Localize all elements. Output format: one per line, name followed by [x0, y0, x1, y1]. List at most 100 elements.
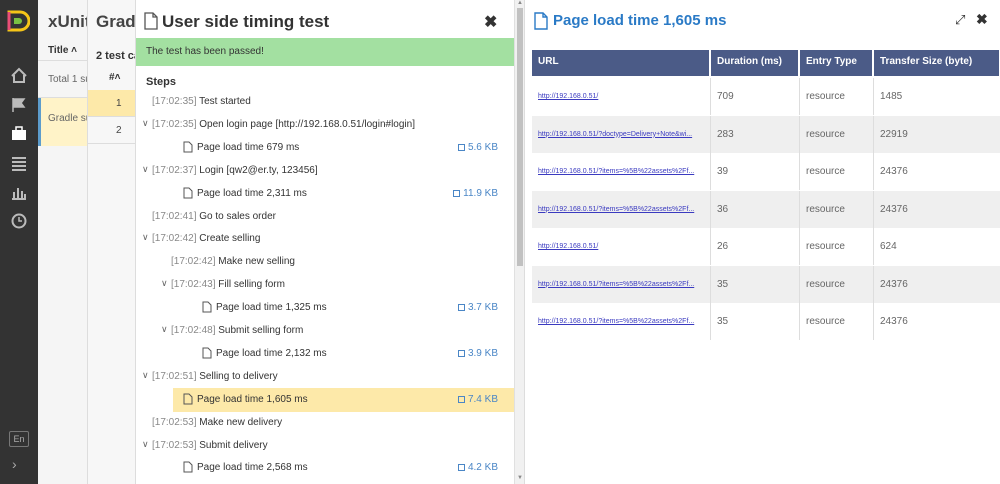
table-cell: 36: [711, 190, 800, 228]
url-link[interactable]: http://192.168.0.51/?items=%5B%22assets%…: [532, 153, 711, 190]
table-cell: 35: [711, 265, 800, 303]
attachment-size: 5.6 KB: [457, 142, 498, 153]
close-icon[interactable]: ✖: [484, 12, 497, 32]
chevron-down-icon[interactable]: ∨: [161, 324, 168, 335]
attachment-size: 11.9 KB: [453, 188, 498, 199]
scroll-up-icon[interactable]: ▲: [517, 0, 523, 6]
url-link[interactable]: http://192.168.0.51/?items=%5B%22assets%…: [532, 265, 711, 303]
attachment-size: 3.7 KB: [457, 302, 498, 313]
attachment-label: Page load time 1,605 ms: [197, 393, 308, 405]
attachment-size: 4.2 KB: [457, 462, 498, 473]
url-link[interactable]: http://192.168.0.51/?items=%5B%22assets%…: [532, 303, 711, 340]
home-icon[interactable]: [10, 67, 28, 85]
table-cell: resource: [800, 153, 874, 190]
chevron-down-icon[interactable]: ∨: [161, 278, 168, 289]
suites-title: xUnit: [48, 12, 88, 31]
attachment-row[interactable]: Page load time 1,605 ms 7.4 KB: [173, 387, 514, 412]
table-cell: 24376: [874, 303, 1000, 340]
cases-col-number[interactable]: #˄: [109, 72, 120, 83]
table-cell: resource: [800, 228, 874, 265]
attachment-row[interactable]: Page load time 2,132 ms 3.9 KB: [192, 342, 514, 366]
chevron-down-icon[interactable]: ∨: [142, 232, 149, 243]
attachment-row[interactable]: Page load time 1,325 ms 3.7 KB: [192, 296, 514, 320]
step-row[interactable]: ∨ [17:02:53] Submit delivery: [136, 434, 514, 458]
vertical-scrollbar[interactable]: ▲ ▼: [514, 0, 524, 484]
column-header[interactable]: Transfer Size (byte): [874, 50, 1000, 76]
table-cell: resource: [800, 115, 874, 153]
url-link[interactable]: http://192.168.0.51/: [532, 78, 711, 115]
chevron-down-icon[interactable]: ∨: [142, 118, 149, 129]
table-cell: 24376: [874, 266, 1000, 303]
attachment-label: Page load time 1,325 ms: [216, 302, 327, 314]
step-row[interactable]: [17:02:41] Go to sales order: [136, 205, 514, 229]
step-row[interactable]: [17:02:35] Test started: [136, 90, 514, 114]
suites-col-title[interactable]: Title ˄: [48, 45, 77, 56]
save-icon: [457, 304, 465, 312]
language-switch[interactable]: En: [9, 431, 29, 447]
briefcase-icon[interactable]: [0, 119, 38, 149]
attachment-title: Page load time 1,605 ms: [553, 12, 727, 29]
expand-sidebar-icon[interactable]: ›: [12, 456, 17, 472]
url-link[interactable]: http://192.168.0.51/?items=%5B%22assets%…: [532, 190, 711, 228]
attachment-label: Page load time 2,311 ms: [197, 187, 307, 199]
status-banner: The test has been passed!: [136, 38, 514, 66]
table-cell: 26: [711, 228, 800, 265]
save-icon: [457, 143, 465, 151]
column-header[interactable]: Duration (ms): [711, 50, 800, 76]
clock-icon[interactable]: [10, 212, 28, 230]
step-label: [17:02:37] Login [qw2@er.ty, 123456]: [152, 164, 318, 176]
step-row[interactable]: ∨ [17:02:48] Submit selling form: [136, 319, 514, 343]
file-icon: [183, 461, 193, 473]
step-label: [17:02:35] Test started: [152, 96, 251, 107]
bar-chart-icon[interactable]: [10, 183, 28, 201]
step-row[interactable]: [17:02:53] Make new delivery: [136, 411, 514, 435]
step-row[interactable]: [17:02:42] Make new selling: [136, 250, 514, 274]
cases-title: Gradl: [96, 12, 136, 31]
step-row[interactable]: ∨ [17:02:37] Login [qw2@er.ty, 123456]: [136, 159, 514, 183]
step-label: [17:02:48] Submit selling form: [171, 325, 304, 336]
step-row[interactable]: ∨ [17:02:51] Selling to delivery: [136, 365, 514, 389]
step-label: [17:02:53] Submit delivery: [152, 439, 268, 451]
table-row: http://192.168.0.51/26 resource 624: [532, 228, 1000, 265]
chevron-down-icon[interactable]: ∨: [142, 164, 149, 175]
attachment-label: Page load time 2,132 ms: [216, 347, 327, 359]
step-row[interactable]: ∨ [17:02:35] Open login page [http://192.…: [136, 113, 514, 137]
step-row[interactable]: ∨ [17:02:42] Create selling: [136, 227, 514, 251]
step-label: [17:02:41] Go to sales order: [152, 210, 276, 222]
suite-item[interactable]: Gradle su: [38, 98, 87, 146]
url-link[interactable]: http://192.168.0.51/: [532, 228, 711, 265]
flag-icon[interactable]: [10, 96, 28, 114]
save-icon: [457, 464, 465, 472]
file-icon: [202, 301, 212, 313]
app-logo-icon[interactable]: [6, 9, 30, 33]
column-header[interactable]: URL: [532, 50, 711, 76]
test-title: User side timing test: [162, 12, 330, 31]
chevron-down-icon[interactable]: ∨: [142, 439, 149, 450]
table-cell: resource: [800, 190, 874, 228]
table-cell: 24376: [874, 191, 1000, 228]
table-row: http://192.168.0.51/?items=%5B%22assets%…: [532, 265, 1000, 303]
list-icon[interactable]: [10, 154, 28, 172]
case-row[interactable]: 1: [88, 90, 135, 117]
attachment-row[interactable]: Page load time 2,568 ms 4.2 KB: [173, 456, 514, 480]
file-icon: [202, 347, 212, 359]
scroll-down-icon[interactable]: ▼: [517, 475, 523, 481]
attachment-row[interactable]: Page load time 2,311 ms 11.9 KB: [173, 182, 514, 206]
chevron-down-icon[interactable]: ∨: [142, 370, 149, 381]
url-link[interactable]: http://192.168.0.51/?doctype=Delivery+No…: [532, 115, 711, 153]
file-icon: [183, 141, 193, 153]
step-label: [17:02:43] Fill selling form: [171, 279, 285, 291]
case-row[interactable]: 2: [88, 117, 135, 144]
table-cell: 39: [711, 153, 800, 190]
table-cell: 24376: [874, 153, 1000, 190]
scrollbar-thumb[interactable]: [517, 8, 523, 266]
column-header[interactable]: Entry Type: [800, 50, 874, 76]
step-label: [17:02:42] Create selling: [152, 233, 261, 245]
table-cell: resource: [800, 303, 874, 340]
step-label: [17:02:53] Make new delivery: [152, 416, 283, 428]
attachment-row[interactable]: Page load time 679 ms 5.6 KB: [173, 136, 514, 160]
step-row[interactable]: ∨ [17:02:43] Fill selling form: [136, 273, 514, 297]
table-cell: 22919: [874, 116, 1000, 153]
close-icon[interactable]: ✖: [976, 11, 988, 28]
maximize-icon[interactable]: ⤢: [955, 12, 965, 28]
